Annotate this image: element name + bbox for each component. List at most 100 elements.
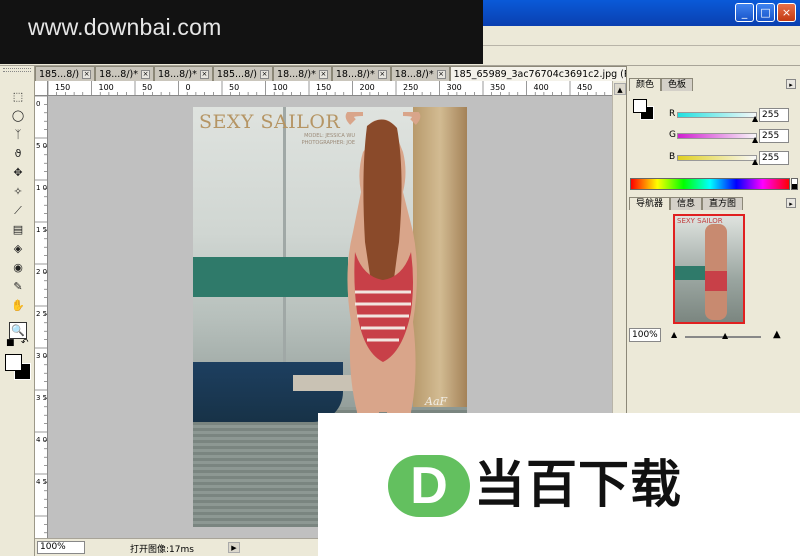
ruler-label: 100 <box>99 83 114 92</box>
move-tool-icon[interactable]: ✥ <box>9 164 27 181</box>
ellipse-marquee-icon[interactable]: ◯ <box>9 107 27 124</box>
navigator-preview[interactable]: SEXY SAILOR <box>673 214 745 324</box>
document-tab[interactable]: 18...8/)* × <box>390 66 450 81</box>
tab-color[interactable]: 颜色 <box>629 78 662 91</box>
paint-bucket-icon[interactable]: ◈ <box>9 240 27 257</box>
default-colors-icon[interactable]: ■ <box>6 338 15 348</box>
close-tab-icon[interactable]: × <box>199 69 209 79</box>
eyedropper-icon[interactable]: ⟋ <box>9 202 27 219</box>
zoom-in-icon[interactable]: ▲ <box>773 329 781 340</box>
zoom-level-field[interactable]: 100% <box>37 541 85 554</box>
photo-model-credit: MODEL: JESSICA WU <box>304 133 355 139</box>
lasso-tool-icon[interactable]: ᛉ <box>9 126 27 143</box>
ruler-label: 450 <box>577 83 592 92</box>
close-tab-icon[interactable]: × <box>260 69 270 79</box>
tab-swatches[interactable]: 色板 <box>661 78 694 91</box>
marquee-tool-icon[interactable]: ⬚ <box>9 88 27 105</box>
ruler-label: 3 0 0 <box>36 352 48 360</box>
photo-credits: MODEL: JESSICA WU PHOTOGRAPHER: JOE <box>283 133 355 147</box>
tab-histogram[interactable]: 直方图 <box>702 197 744 210</box>
tab-info[interactable]: 信息 <box>670 197 703 210</box>
ruler-label: 4 5 0 <box>36 478 48 486</box>
green-value-field[interactable]: 255 <box>759 129 789 143</box>
ruler-horizontal-ticks: 1501005005010015020025030035040045050055… <box>48 81 606 95</box>
close-tab-icon[interactable]: × <box>318 69 328 79</box>
download-site-ad[interactable]: D 当百下载 <box>318 413 800 556</box>
document-tab-label: 185...8/) <box>39 68 80 80</box>
document-tab-label: 18...8/)* <box>158 68 197 80</box>
magic-wand-icon[interactable]: ✧ <box>9 183 27 200</box>
ruler-corner[interactable] <box>35 81 48 96</box>
status-menu-icon[interactable]: ▶ <box>228 542 240 553</box>
ruler-label: 300 <box>447 83 462 92</box>
minimize-button[interactable]: _ <box>735 3 754 22</box>
tab-navigator[interactable]: 导航器 <box>629 197 671 210</box>
red-slider-knob[interactable]: ▲ <box>752 115 758 123</box>
ruler-horizontal: 1501005005010015020025030035040045050055… <box>48 81 612 96</box>
swap-colors-icon[interactable]: ↶ <box>21 338 29 348</box>
document-tabs: 185...8/) × 18...8/)* × 18...8/)* × 185...8/) ×… <box>35 66 679 81</box>
ruler-label: 1 0 0 <box>36 184 48 192</box>
blue-value-field[interactable]: 255 <box>759 151 789 165</box>
ruler-label: 250 <box>403 83 418 92</box>
ruler-label: 2 5 0 <box>36 310 48 318</box>
navigator-panel-menu-icon[interactable]: ▸ <box>786 198 796 208</box>
maximize-button[interactable]: □ <box>756 3 775 22</box>
document-tab[interactable]: 18...8/)* × <box>154 66 213 81</box>
red-value-field[interactable]: 255 <box>759 108 789 122</box>
document-tab[interactable]: 18...8/)* × <box>331 66 391 81</box>
toolbox-grip[interactable] <box>3 68 31 72</box>
document-tab[interactable]: 18...8/)* × <box>95 66 155 81</box>
hand-tool-icon[interactable]: ✋ <box>9 297 27 314</box>
window-controls: _ □ × <box>735 3 796 22</box>
ruler-label: 3 5 0 <box>36 394 48 402</box>
zoom-out-icon[interactable]: ▲ <box>671 330 677 339</box>
black-white-picker[interactable] <box>791 178 798 190</box>
close-tab-icon[interactable]: × <box>377 69 387 79</box>
document-tab[interactable]: 185...8/) × <box>35 66 96 81</box>
document-tab[interactable]: 185...8/) × <box>212 66 274 81</box>
close-tab-icon[interactable]: × <box>82 69 92 79</box>
watermark-text: www.downbai.com <box>28 14 222 40</box>
navigator-zoom-knob[interactable]: ▲ <box>722 331 728 340</box>
close-button[interactable]: × <box>777 3 796 22</box>
scroll-up-icon[interactable]: ▲ <box>614 83 626 95</box>
polygon-lasso-icon[interactable]: ϑ <box>9 145 27 162</box>
green-label: G <box>669 130 676 140</box>
blue-slider[interactable] <box>677 155 757 161</box>
blue-slider-knob[interactable]: ▲ <box>752 158 758 166</box>
red-slider[interactable] <box>677 112 757 118</box>
ruler-label: 5 0 <box>36 142 47 150</box>
foreground-color-swatch[interactable] <box>5 354 22 371</box>
close-tab-icon[interactable]: × <box>436 69 446 79</box>
green-slider[interactable] <box>677 133 757 139</box>
document-tab-label: 18...8/)* <box>394 68 434 80</box>
red-label: R <box>669 109 676 119</box>
watermark-banner: www.downbai.com <box>0 0 483 64</box>
eye-tool-icon[interactable]: ◉ <box>9 259 27 276</box>
color-spectrum-bar[interactable] <box>630 178 790 190</box>
ruler-label: 100 <box>273 83 288 92</box>
document-tab-label: 18...8/)* <box>335 68 375 80</box>
color-panel-tabs: 颜色 色板 <box>629 78 694 91</box>
ruler-label: 4 0 0 <box>36 436 48 444</box>
navigator-panel-tabs: 导航器 信息 直方图 <box>629 197 744 210</box>
zoom-tool-icon[interactable]: 🔍 <box>9 322 27 339</box>
document-tab[interactable]: 18...8/)* × <box>273 66 332 81</box>
green-slider-knob[interactable]: ▲ <box>752 136 758 144</box>
color-panel-menu-icon[interactable]: ▸ <box>786 79 796 89</box>
ruler-label: 150 <box>55 83 70 92</box>
green-slider-row: G ▲ 255 <box>669 129 799 144</box>
ruler-label: 150 <box>316 83 331 92</box>
navigator-zoom-field[interactable]: 100% <box>629 328 661 342</box>
panel-foreground-swatch[interactable] <box>633 99 647 113</box>
gradient-tool-icon[interactable]: ▤ <box>9 221 27 238</box>
ruler-label: 200 <box>360 83 375 92</box>
close-tab-icon[interactable]: × <box>141 69 151 79</box>
pencil-tool-icon[interactable]: ✎ <box>9 278 27 295</box>
ad-brand-text: 当百下载 <box>474 456 683 515</box>
navigator-preview-swimsuit <box>705 271 727 291</box>
ruler-label: 50 <box>142 83 152 92</box>
ad-logo-icon: D <box>388 455 470 517</box>
ruler-label: 0 <box>36 100 40 108</box>
